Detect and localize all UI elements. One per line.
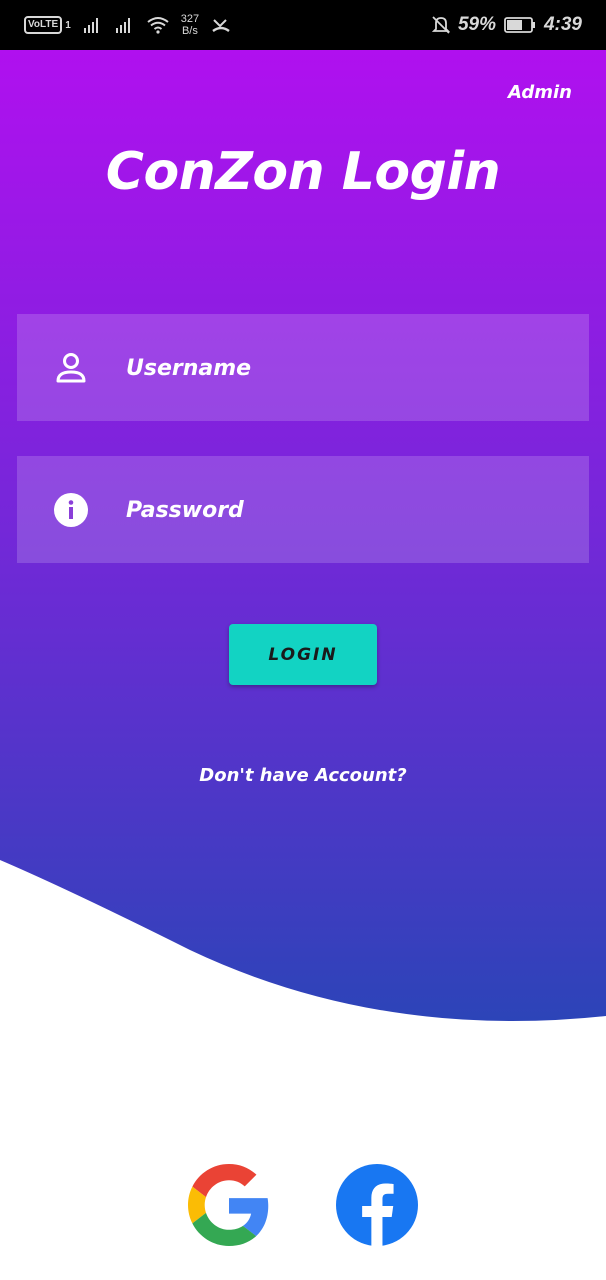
status-bar: VoLTE 1 327 B/s 59% 4:39 — [0, 0, 606, 50]
username-input[interactable] — [124, 344, 568, 392]
signal-icon — [115, 18, 130, 33]
user-icon — [56, 353, 86, 383]
battery-percent: 59% — [457, 14, 496, 35]
sim-number: 1 — [65, 19, 71, 31]
google-logo-icon[interactable] — [188, 1164, 270, 1246]
password-field[interactable] — [17, 456, 589, 563]
missed-call-icon — [212, 19, 230, 32]
password-input[interactable] — [124, 486, 568, 534]
network-speed: 327 B/s — [180, 13, 200, 37]
info-icon — [54, 493, 88, 527]
facebook-logo-icon[interactable] — [336, 1164, 418, 1246]
username-field[interactable] — [17, 314, 589, 421]
login-button[interactable]: LOGIN — [229, 624, 377, 685]
clock: 4:39 — [543, 14, 582, 35]
signup-link[interactable]: Don't have Account? — [0, 765, 606, 786]
volte-badge: VoLTE — [24, 16, 63, 34]
bell-off-icon — [431, 16, 450, 34]
admin-link[interactable]: Admin — [508, 82, 572, 103]
page-title: ConZon Login — [105, 142, 501, 202]
signal-icon — [83, 18, 98, 33]
wifi-icon — [147, 17, 169, 34]
battery-icon — [504, 17, 535, 33]
